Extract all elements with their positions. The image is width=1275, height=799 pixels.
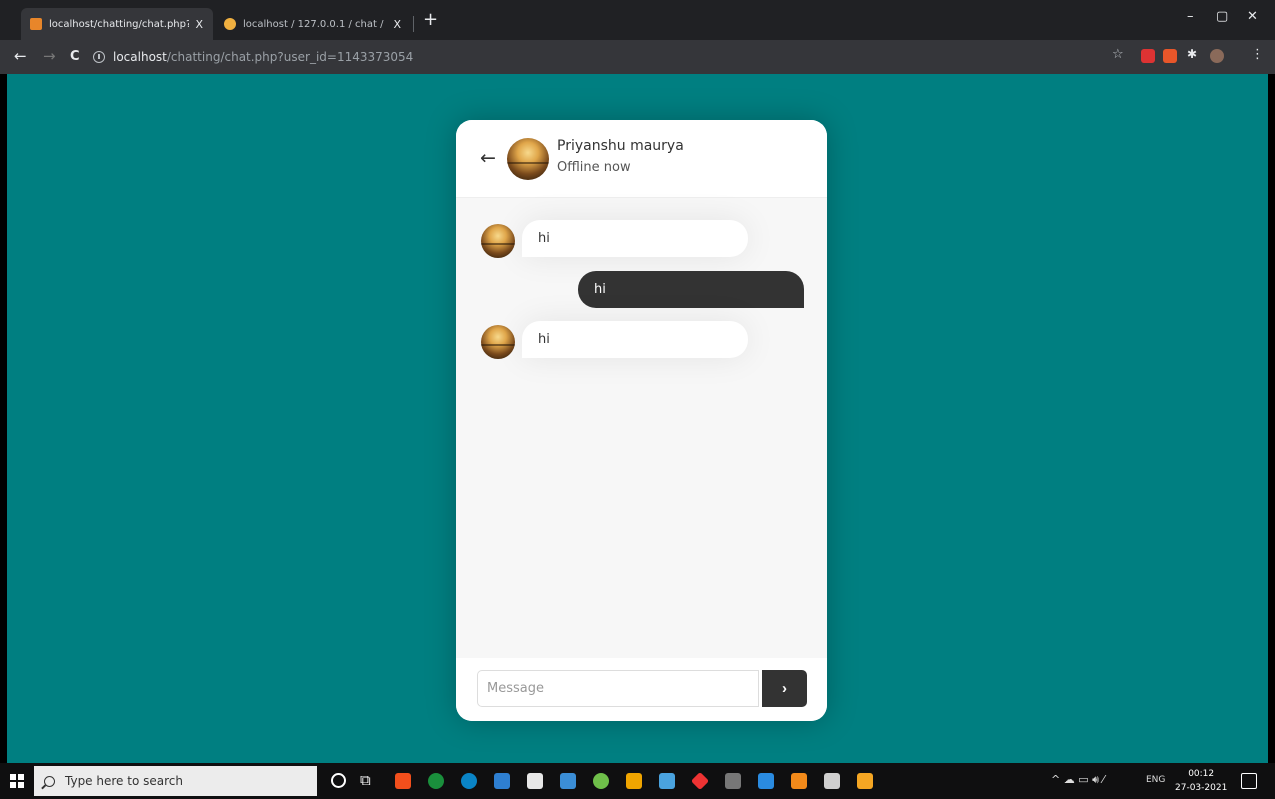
message-input[interactable] [477, 670, 759, 707]
puzzle-icon[interactable]: ✱ [1187, 47, 1201, 61]
extension-icon[interactable] [1141, 49, 1155, 63]
user-status: Offline now [557, 160, 631, 175]
message-bubble: hi [522, 321, 748, 358]
vlc-icon[interactable] [791, 773, 807, 789]
reload-button[interactable]: C [70, 49, 80, 64]
edge-icon[interactable] [461, 773, 477, 789]
typing-area: › [456, 658, 827, 721]
windows-taskbar: Type here to search ⧉ ^ ☁ ▭ 🔊︎ ⁄ ENG 00:… [0, 763, 1275, 799]
extension-icon[interactable] [1163, 49, 1177, 63]
bookmark-star-icon[interactable]: ☆ [1112, 47, 1126, 62]
profile-avatar-icon[interactable] [1210, 49, 1224, 63]
search-icon [44, 775, 55, 787]
tick-app-icon[interactable] [659, 773, 675, 789]
taskbar-search[interactable]: Type here to search [34, 766, 317, 796]
chrome-icon[interactable] [428, 773, 444, 789]
phpmyadmin-favicon-icon [224, 18, 236, 30]
tab-separator [413, 16, 414, 32]
clock-time: 00:12 [1188, 769, 1215, 779]
browser-titlebar: localhost/chatting/chat.php?user_id=11 X… [0, 0, 1275, 40]
back-button[interactable]: ← [14, 47, 27, 65]
sender-avatar [481, 325, 515, 359]
message-bubble: hi [522, 220, 748, 257]
page-viewport: ← Priyanshu maurya Offline now hi hi hi [7, 74, 1268, 763]
send-chevron-icon: › [782, 680, 787, 697]
language-indicator[interactable]: ENG [1146, 775, 1165, 785]
red-app-icon[interactable] [690, 771, 710, 791]
tab-close-icon[interactable]: X [393, 18, 401, 31]
user-details: Priyanshu maurya Offline now [557, 138, 684, 175]
tab-title: localhost/chatting/chat.php?user_id=11 [49, 18, 190, 30]
taskbar-clock[interactable]: 00:12 27-03-2021 [1175, 767, 1227, 795]
menu-kebab-icon[interactable]: ⋮ [1251, 47, 1265, 62]
tray-icons[interactable]: ^ ☁ ▭ 🔊︎ ⁄ [1051, 773, 1104, 787]
chat-header: ← Priyanshu maurya Offline now [456, 120, 827, 198]
sender-avatar [481, 224, 515, 258]
site-info-icon[interactable] [93, 51, 105, 63]
tab-phpmyadmin[interactable]: localhost / 127.0.0.1 / chat / users | p… [215, 8, 411, 40]
file-explorer-icon[interactable] [494, 773, 510, 789]
notifications-icon[interactable] [1241, 773, 1257, 789]
new-tab-button[interactable]: + [423, 9, 438, 30]
user-avatar [507, 138, 549, 180]
user-name: Priyanshu maurya [557, 138, 684, 154]
send-button[interactable]: › [762, 670, 807, 707]
mail-icon[interactable] [560, 773, 576, 789]
tab-title: localhost / 127.0.0.1 / chat / users | p… [243, 18, 387, 30]
forward-button[interactable]: → [43, 47, 56, 65]
tab-chat[interactable]: localhost/chatting/chat.php?user_id=11 X [21, 8, 213, 40]
tab-close-icon[interactable]: X [195, 18, 203, 31]
chat-box[interactable]: hi hi hi [456, 198, 827, 658]
windows-start-icon[interactable] [10, 774, 24, 788]
cortana-icon[interactable] [331, 773, 346, 788]
vscode-icon[interactable] [758, 773, 774, 789]
url-path: /chatting/chat.php?user_id=1143373054 [166, 50, 414, 64]
store-icon[interactable] [527, 773, 543, 789]
xbox-icon[interactable] [593, 773, 609, 789]
app-icon[interactable] [725, 773, 741, 789]
browser-toolbar: ← → C localhost/chatting/chat.php?user_i… [0, 40, 1275, 74]
app-window-icon[interactable] [824, 773, 840, 789]
chat-window: ← Priyanshu maurya Offline now hi hi hi [456, 120, 827, 721]
minimize-button[interactable]: – [1187, 9, 1194, 24]
xampp-favicon-icon [30, 18, 42, 30]
task-view-icon[interactable]: ⧉ [360, 771, 371, 789]
back-arrow-icon[interactable]: ← [480, 147, 496, 169]
message-bubble: hi [578, 271, 804, 308]
search-placeholder: Type here to search [65, 774, 183, 788]
window-close-button[interactable]: ✕ [1247, 9, 1258, 24]
address-bar[interactable]: localhost/chatting/chat.php?user_id=1143… [93, 45, 1096, 69]
rockstar-icon[interactable] [626, 773, 642, 789]
brave-browser-icon[interactable] [395, 773, 411, 789]
maximize-button[interactable]: ▢ [1216, 9, 1228, 24]
xampp-icon[interactable] [857, 773, 873, 789]
clock-date: 27-03-2021 [1175, 783, 1228, 793]
url-host: localhost [113, 50, 167, 64]
